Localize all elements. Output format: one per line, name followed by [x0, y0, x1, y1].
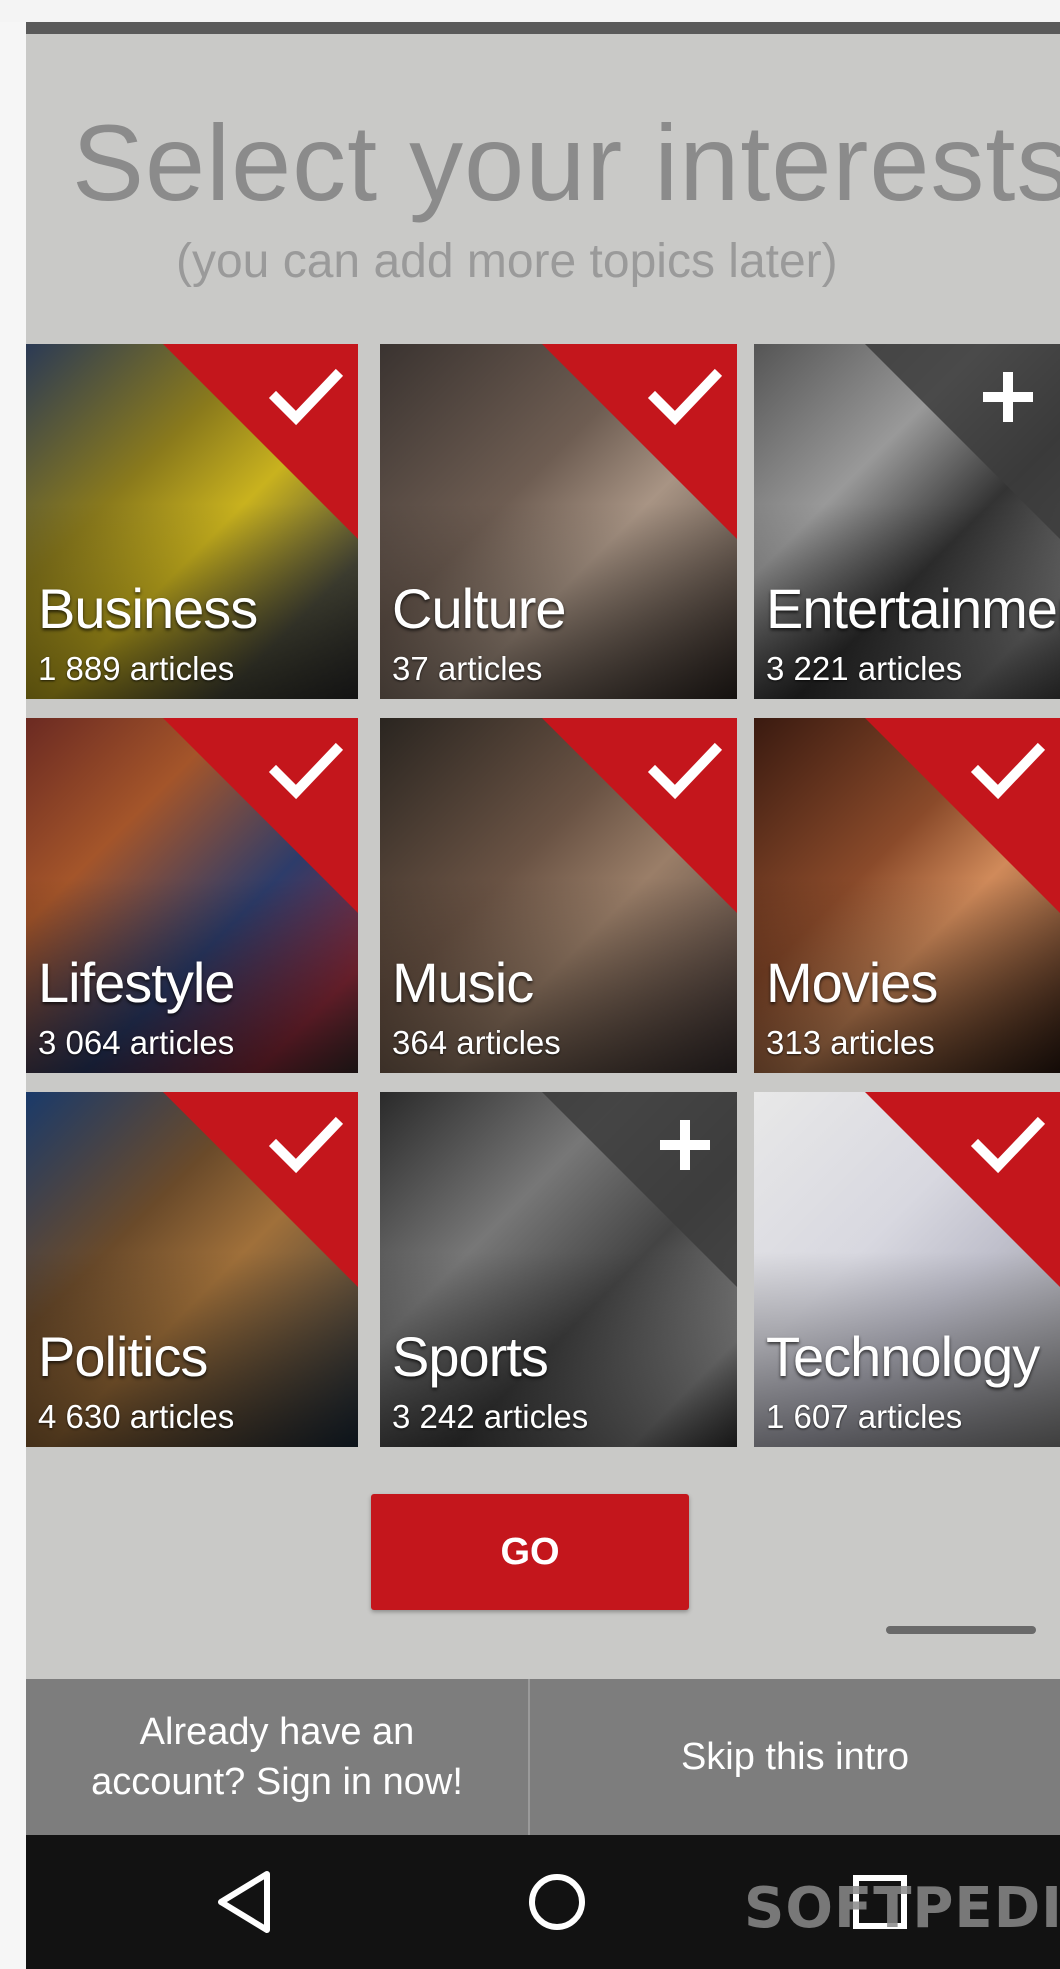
topic-article-count: 313 articles [766, 1024, 935, 1061]
scroll-indicator [886, 1626, 1036, 1634]
topic-name: Business [38, 577, 258, 640]
topic-article-count: 37 articles [392, 650, 543, 687]
checkmark-icon[interactable] [970, 1112, 1046, 1178]
topic-name: Music [392, 951, 534, 1014]
sign-in-link[interactable]: Already have an account? Sign in now! [26, 1679, 528, 1835]
topic-tile-music[interactable]: Music 364 articles [380, 718, 737, 1073]
page-title: Select your interests [72, 102, 1060, 223]
left-margin [0, 0, 26, 1969]
topic-tile-entertainment[interactable]: Entertainment 3 221 articles [754, 344, 1060, 699]
softpedia-watermark: SOFTPEDIA [744, 1876, 1060, 1941]
topic-tile-culture[interactable]: Culture 37 articles [380, 344, 737, 699]
checkmark-icon[interactable] [647, 738, 723, 804]
skip-intro-link[interactable]: Skip this intro [530, 1679, 1060, 1835]
top-strip [0, 0, 1060, 22]
topic-name: Entertainment [766, 577, 1060, 640]
topic-article-count: 3 242 articles [392, 1398, 589, 1435]
topic-tile-politics[interactable]: Politics 4 630 articles [26, 1092, 358, 1447]
topic-article-count: 3 221 articles [766, 650, 963, 687]
back-triangle-icon[interactable] [205, 1862, 285, 1942]
checkmark-icon[interactable] [268, 364, 344, 430]
topic-name: Culture [392, 577, 567, 640]
topic-article-count: 1 607 articles [766, 1398, 963, 1435]
status-bar [26, 22, 1060, 34]
topic-tile-business[interactable]: Business 1 889 articles [26, 344, 358, 699]
plus-icon[interactable] [647, 1112, 723, 1178]
topic-article-count: 1 889 articles [38, 650, 235, 687]
topic-tile-movies[interactable]: Movies 313 articles [754, 718, 1060, 1073]
topic-name: Movies [766, 951, 938, 1014]
topic-name: Lifestyle [38, 951, 235, 1014]
plus-icon[interactable] [970, 364, 1046, 430]
checkmark-icon[interactable] [268, 1112, 344, 1178]
checkmark-icon[interactable] [268, 738, 344, 804]
topic-name: Technology [766, 1325, 1040, 1388]
topic-article-count: 364 articles [392, 1024, 561, 1061]
topic-article-count: 4 630 articles [38, 1398, 235, 1435]
topic-tile-lifestyle[interactable]: Lifestyle 3 064 articles [26, 718, 358, 1073]
page-subtitle: (you can add more topics later) [176, 235, 838, 288]
topic-tile-technology[interactable]: Technology 1 607 articles [754, 1092, 1060, 1447]
go-button[interactable]: GO [371, 1494, 689, 1610]
topic-article-count: 3 064 articles [38, 1024, 235, 1061]
topic-name: Politics [38, 1325, 208, 1388]
topic-name: Sports [392, 1325, 549, 1388]
topic-tile-sports[interactable]: Sports 3 242 articles [380, 1092, 737, 1447]
home-circle-icon[interactable] [517, 1862, 597, 1942]
checkmark-icon[interactable] [970, 738, 1046, 804]
checkmark-icon[interactable] [647, 364, 723, 430]
